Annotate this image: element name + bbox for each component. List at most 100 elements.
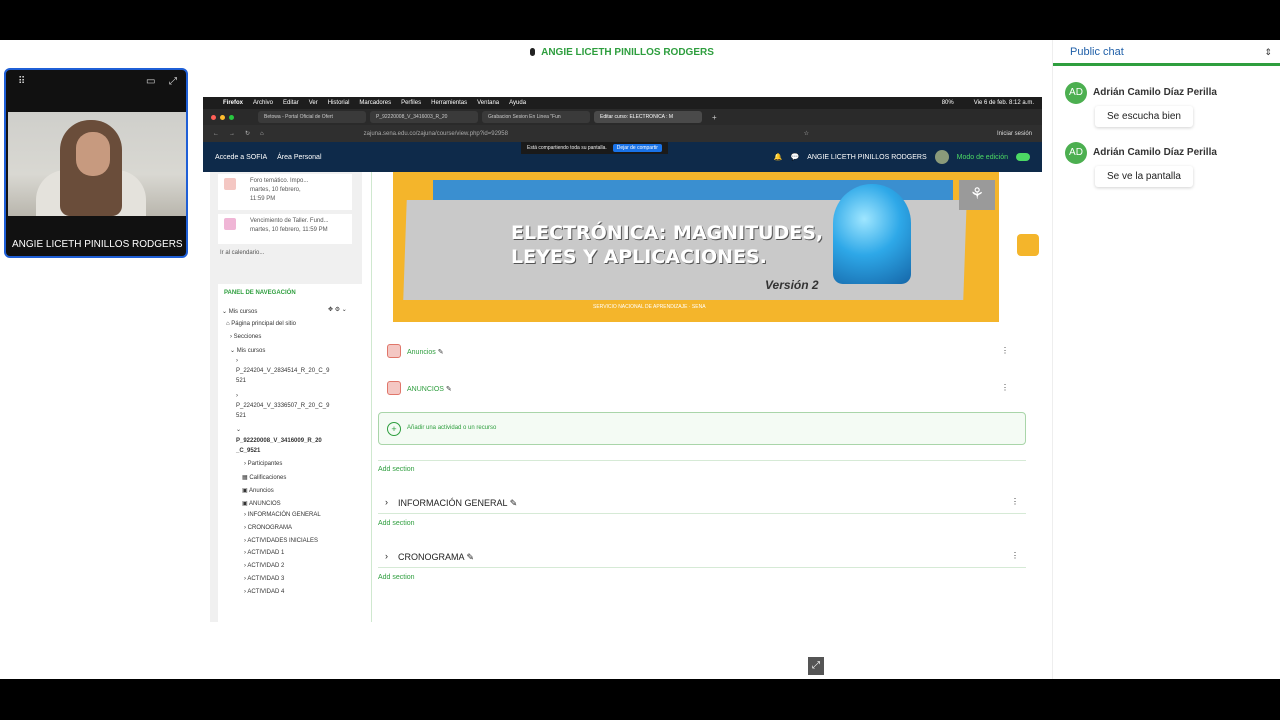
menu-historial[interactable]: Historial xyxy=(328,100,350,106)
add-section-link[interactable]: Add section xyxy=(378,520,415,527)
window-controls xyxy=(211,114,234,120)
tab-editar-curso[interactable]: Editar curso: ELECTRONICA : M xyxy=(594,111,702,123)
more-options-icon[interactable]: ⋮ xyxy=(1011,497,1019,506)
course-banner: ELECTRÓNICA: MAGNITUDES, LEYES Y APLICAC… xyxy=(393,172,999,322)
user-name[interactable]: ANGIE LICETH PINILLOS RODGERS xyxy=(807,154,926,161)
bottom-letterbox xyxy=(0,679,1280,720)
nav-course-current[interactable]: P_92220008_V_3416009_R_20 xyxy=(236,438,322,444)
more-options-icon[interactable]: ⋮ xyxy=(1011,551,1019,560)
section-cronograma[interactable]: › CRONOGRAMA ✎ ⋮ xyxy=(385,551,1025,567)
minimize-window-icon[interactable] xyxy=(220,114,225,120)
nav-course-1-suffix[interactable]: 521 xyxy=(236,378,246,384)
chevron-right-icon[interactable]: › xyxy=(236,358,238,364)
tab-betowa[interactable]: Betowa - Portal Oficial de Ofert xyxy=(258,111,366,123)
nav-item-anuncios-2[interactable]: ▣ ANUNCIOS xyxy=(242,500,281,507)
chevron-right-icon[interactable]: › xyxy=(385,551,388,561)
nav-item-participantes[interactable]: › Participantes xyxy=(244,461,282,467)
bookmark-star-icon[interactable]: ☆ xyxy=(804,130,809,137)
banner-version: Versión 2 xyxy=(765,278,819,292)
chevron-right-icon[interactable]: › xyxy=(236,393,238,399)
nav-item-calificaciones[interactable]: ▦ Calificaciones xyxy=(242,474,286,481)
calendar-link[interactable]: Ir al calendario... xyxy=(220,250,264,256)
nav-item-mis-cursos[interactable]: ⌄ Mis cursos xyxy=(222,308,257,315)
banner-title-line1: ELECTRÓNICA: MAGNITUDES, xyxy=(511,222,824,244)
tab-course-p92220008[interactable]: P_92220008_V_3416003_R_20 xyxy=(370,111,478,123)
reload-icon[interactable]: ↻ xyxy=(245,130,250,137)
menu-editar[interactable]: Editar xyxy=(283,100,299,106)
menu-ayuda[interactable]: Ayuda xyxy=(509,100,526,106)
login-button[interactable]: Iniciar sesión xyxy=(997,131,1042,137)
nav-course-2[interactable]: P_224204_V_3336507_R_20_C_9 xyxy=(236,403,329,409)
chevron-down-icon[interactable]: ⌄ xyxy=(236,426,241,433)
stop-sharing-button[interactable]: Dejar de compartir xyxy=(612,144,662,152)
close-window-icon[interactable] xyxy=(211,114,216,120)
add-section-link[interactable]: Add section xyxy=(378,466,415,473)
address-field[interactable]: zajuna.sena.edu.co/zajuna/course/view.ph… xyxy=(364,131,794,137)
nav-item-actividad-3[interactable]: › ACTIVIDAD 3 xyxy=(244,576,284,582)
course-index-toggle-icon[interactable] xyxy=(1017,234,1039,256)
event-date: martes, 10 febrero, xyxy=(250,187,301,193)
nav-item-actividad-4[interactable]: › ACTIVIDAD 4 xyxy=(244,589,284,595)
nav-area-personal-link[interactable]: Área Personal xyxy=(277,154,321,161)
nav-course-current-suffix[interactable]: _C_9521 xyxy=(236,448,260,454)
nav-item-home[interactable]: ⌂ Página principal del sitio xyxy=(226,321,296,327)
avatar[interactable] xyxy=(934,150,949,164)
nav-item-actividades-iniciales[interactable]: › ACTIVIDADES INICIALES xyxy=(244,538,318,544)
led-image xyxy=(833,184,911,284)
nav-item-actividad-2[interactable]: › ACTIVIDAD 2 xyxy=(244,563,284,569)
edit-mode-toggle[interactable] xyxy=(1016,153,1030,161)
activity-label[interactable]: Anuncios ✎ xyxy=(407,348,444,356)
screen-share-banner: Está compartiendo toda su pantalla. Deja… xyxy=(521,142,668,154)
menu-perfiles[interactable]: Perfiles xyxy=(401,100,421,106)
more-options-icon[interactable]: ⋮ xyxy=(1001,383,1009,392)
activity-anuncios[interactable]: Anuncios ✎ ⋮ xyxy=(385,340,1025,360)
section-title[interactable]: INFORMACIÓN GENERAL ✎ xyxy=(398,498,517,509)
menu-herramientas[interactable]: Herramientas xyxy=(431,100,467,106)
chat-bubble-icon[interactable]: 💬 xyxy=(790,153,799,161)
avatar: AD xyxy=(1065,142,1087,164)
nav-course-2-suffix[interactable]: 521 xyxy=(236,413,246,419)
nav-item-cronograma[interactable]: › CRONOGRAMA xyxy=(244,525,292,531)
nav-item-informacion-general[interactable]: › INFORMACIÓN GENERAL xyxy=(244,512,321,518)
menu-marcadores[interactable]: Marcadores xyxy=(359,100,391,106)
activity-label[interactable]: ANUNCIOS ✎ xyxy=(407,385,452,393)
home-icon[interactable]: ⌂ xyxy=(260,131,264,137)
back-icon[interactable]: ← xyxy=(213,131,219,137)
more-options-icon[interactable]: ⋮ xyxy=(1001,346,1009,355)
tab-grabacion[interactable]: Grabacion Sesion En Linea "Fun xyxy=(482,111,590,123)
nav-course-1[interactable]: P_224204_V_2834514_R_20_C_9 xyxy=(236,368,329,374)
section-title[interactable]: CRONOGRAMA ✎ xyxy=(398,552,474,563)
activity-anuncios-upper[interactable]: ANUNCIOS ✎ ⋮ xyxy=(385,377,1025,397)
system-clock: Vie 6 de feb. 8:12 a.m. xyxy=(973,100,1034,106)
event-card[interactable]: Vencimiento de Taller. Fund... martes, 1… xyxy=(218,214,352,244)
menu-ver[interactable]: Ver xyxy=(309,100,318,106)
minimize-icon[interactable]: ▭ xyxy=(146,76,155,87)
nav-item-mis-cursos-2[interactable]: ⌄ Mis cursos xyxy=(230,347,265,354)
section-divider xyxy=(378,567,1026,568)
chevron-right-icon[interactable]: › xyxy=(385,497,388,507)
webcam-tile[interactable]: ⠿ ▭ ⤢ ANGIE LICETH PINILLOS RODGERS xyxy=(4,68,188,258)
menu-icon[interactable]: ⠿ xyxy=(18,76,25,87)
add-section-link[interactable]: Add section xyxy=(378,574,415,581)
webcam-name: ANGIE LICETH PINILLOS RODGERS xyxy=(12,239,183,250)
event-title: Foro temático. Impo... xyxy=(250,178,309,184)
menu-ventana[interactable]: Ventana xyxy=(477,100,499,106)
event-card[interactable]: Foro temático. Impo... martes, 10 febrer… xyxy=(218,174,352,210)
nav-sofia-link[interactable]: Accede a SOFIA xyxy=(215,154,267,161)
menu-firefox[interactable]: Firefox xyxy=(223,100,243,106)
section-informacion-general[interactable]: › INFORMACIÓN GENERAL ✎ ⋮ xyxy=(385,497,1025,513)
nav-item-anuncios[interactable]: ▣ Anuncios xyxy=(242,487,274,494)
forward-icon[interactable]: → xyxy=(229,131,235,137)
new-tab-icon[interactable]: + xyxy=(712,113,717,122)
bell-icon[interactable]: 🔔 xyxy=(774,153,783,161)
expand-icon[interactable]: ⤢ xyxy=(169,76,177,87)
fullscreen-icon[interactable]: ⤢ xyxy=(808,657,824,675)
forum-icon xyxy=(387,344,401,358)
chat-options-icon[interactable]: ⇕ xyxy=(1264,40,1272,64)
nav-panel-tools-icon[interactable]: ✥ ⚙ ⌄ xyxy=(328,306,347,313)
zoom-window-icon[interactable] xyxy=(229,114,234,120)
add-activity-button[interactable]: + Añadir una actividad o un recurso xyxy=(378,412,1026,445)
nav-item-secciones[interactable]: › Secciones xyxy=(230,334,261,340)
nav-item-actividad-1[interactable]: › ACTIVIDAD 1 xyxy=(244,550,284,556)
menu-archivo[interactable]: Archivo xyxy=(253,100,273,106)
